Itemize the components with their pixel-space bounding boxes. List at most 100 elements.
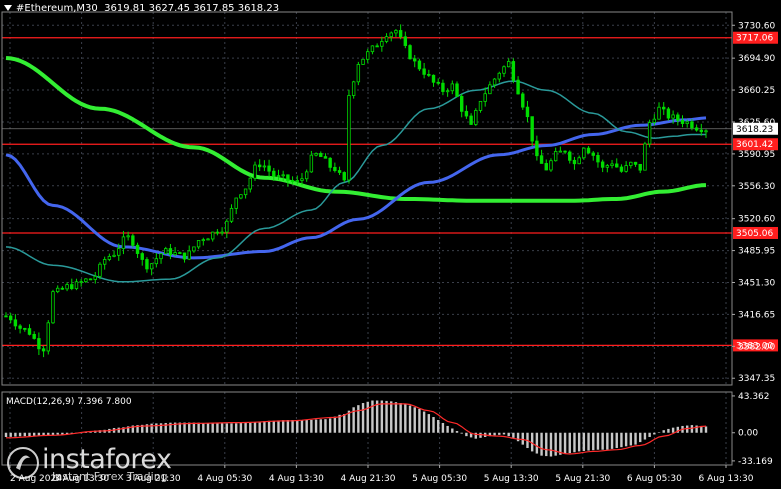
candle-body [492, 78, 497, 86]
candle-body [563, 150, 567, 153]
macd-histogram-bar [648, 432, 651, 437]
macd-histogram-bar [399, 403, 402, 433]
macd-histogram-bar [479, 432, 482, 438]
macd-histogram-bar [408, 405, 412, 433]
candle-body [201, 239, 206, 242]
x-tick-label: 6 Aug 05:30 [627, 474, 682, 484]
macd-label: MACD(12,26,9) 7.396 7.800 [6, 397, 132, 407]
macd-histogram-bar [267, 420, 271, 433]
y-tick-label: 3590.95 [738, 150, 775, 160]
macd-histogram-bar [451, 428, 454, 433]
macd-histogram-bar [394, 402, 398, 433]
y-tick-label: 3485.95 [738, 247, 775, 257]
candle-body [694, 127, 699, 131]
candle-body [351, 81, 356, 96]
candle-body [577, 157, 581, 165]
macd-histogram-bar [493, 432, 496, 436]
candle-body [511, 61, 516, 81]
candle-body [647, 122, 652, 145]
candle-body [290, 180, 295, 182]
candle-body [173, 252, 177, 256]
candle-body [187, 250, 191, 260]
candle-body [37, 338, 41, 350]
candle-body [521, 93, 525, 108]
macd-histogram-bar [502, 432, 506, 435]
candle-body [615, 163, 619, 168]
macd-histogram-bar [286, 420, 290, 433]
candle-body [145, 259, 149, 270]
macd-histogram-bar [498, 432, 501, 435]
candle-body [18, 325, 22, 329]
macd-histogram-bar [639, 432, 642, 443]
macd-histogram-bar [300, 420, 304, 433]
macd-histogram-bar [559, 432, 562, 455]
macd-histogram-bar [643, 432, 647, 440]
candle-body [356, 64, 361, 83]
x-tick-label: 5 Aug 13:30 [484, 474, 539, 484]
macd-histogram-bar [390, 401, 393, 433]
candle-body [657, 106, 661, 120]
candle-body [375, 45, 379, 48]
candle-body [60, 287, 65, 290]
candle-body [93, 275, 97, 280]
candle-body [295, 180, 299, 182]
candle-body [300, 178, 304, 181]
candle-body [88, 278, 93, 281]
candle-body [211, 231, 215, 240]
x-tick-label: 4 Aug 13:30 [269, 474, 324, 484]
candle-body [666, 108, 671, 119]
candle-body [394, 30, 398, 34]
candle-body [553, 151, 558, 162]
candle-body [464, 110, 469, 117]
candle-body [13, 319, 18, 327]
candle-body [267, 165, 271, 172]
candle-body [704, 130, 708, 133]
macd-histogram-bar [305, 420, 308, 433]
candle-body [506, 61, 511, 68]
macd-histogram-bar [272, 420, 275, 433]
macd-histogram-bar [662, 430, 665, 433]
candle-body [178, 252, 182, 254]
macd-histogram-bar [314, 419, 318, 433]
y-tick-label: 3730.60 [738, 21, 775, 31]
macd-histogram-bar [32, 432, 36, 436]
candle-body [74, 281, 79, 290]
candle-body [55, 287, 60, 293]
macd-histogram-bar [549, 432, 553, 457]
candle-body [441, 82, 445, 92]
dropdown-triangle-icon[interactable] [4, 5, 12, 11]
macd-histogram-bar [319, 419, 322, 433]
candle-body [610, 163, 614, 167]
candle-body [319, 153, 323, 157]
macd-histogram-bar [197, 422, 200, 433]
candle-body [215, 231, 220, 234]
macd-histogram-bar [28, 432, 31, 437]
candle-body [229, 208, 234, 222]
candle-body [366, 51, 370, 60]
macd-histogram-bar [624, 432, 628, 447]
candle-body [582, 147, 586, 159]
macd-histogram-bar [516, 432, 520, 442]
y-tick-label: 3694.90 [738, 54, 775, 64]
candle-body [488, 84, 492, 95]
macd-histogram-bar [521, 432, 524, 445]
macd-histogram-bar [596, 432, 600, 450]
macd-histogram-bar [343, 414, 346, 433]
y-tick-label: 3660.25 [738, 86, 775, 96]
macd-histogram-bar [601, 432, 604, 450]
candle-body [27, 328, 32, 335]
candle-body [286, 174, 290, 181]
candle-body [314, 153, 318, 156]
candle-body [455, 83, 459, 97]
macd-histogram-bar [244, 422, 247, 433]
candle-body [262, 165, 267, 168]
candle-body [149, 263, 154, 270]
macd-histogram-bar [610, 432, 614, 449]
candle-body [605, 165, 610, 168]
candle-body [323, 156, 328, 159]
candle-body [328, 157, 332, 168]
macd-histogram-bar [563, 432, 567, 454]
macd-histogram-bar [671, 427, 675, 433]
candle-body [159, 253, 163, 260]
macd-histogram-bar [357, 405, 360, 433]
